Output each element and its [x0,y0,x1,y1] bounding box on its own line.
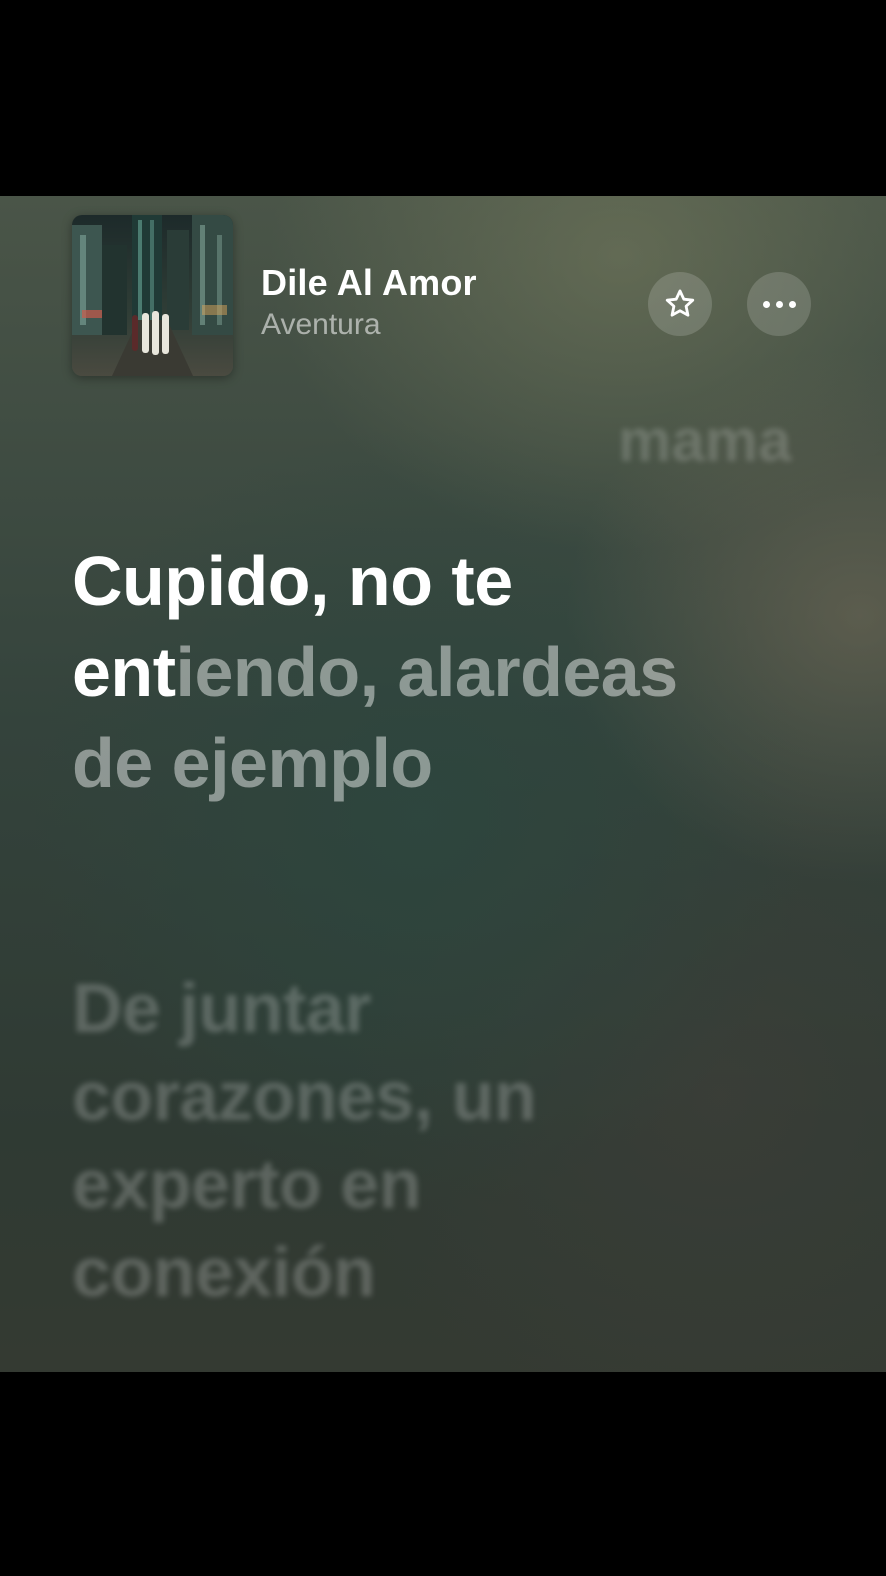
more-options-button[interactable] [747,272,811,336]
favorite-button[interactable] [648,272,712,336]
current-lyric-line[interactable]: Cupido, no te entiendo, alardeas de ejem… [72,536,692,809]
lyrics-player: Dile Al Amor Aventura mama Cupido, no te… [0,196,886,1372]
next-lyric-line[interactable]: De juntar corazones, un experto en conex… [72,964,692,1316]
star-icon [665,289,695,317]
album-artwork-image [72,215,233,376]
artist-name[interactable]: Aventura [261,308,381,342]
song-title[interactable]: Dile Al Amor [261,262,477,304]
album-artwork[interactable] [72,215,233,376]
ellipsis-icon [762,300,796,308]
bottom-letterbox [0,1372,886,1576]
top-letterbox [0,0,886,196]
previous-lyric-line[interactable]: mama [618,406,791,475]
